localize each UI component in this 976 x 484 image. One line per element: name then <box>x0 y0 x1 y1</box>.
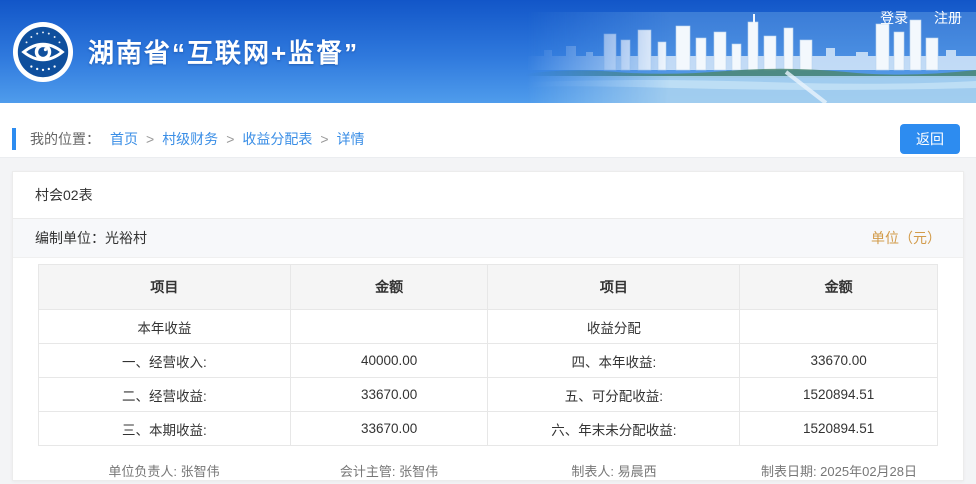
item-cell: 三、本期收益: <box>39 412 291 446</box>
table-column-header: 金额 <box>290 265 488 310</box>
register-link[interactable]: 注册 <box>934 10 962 26</box>
amount-cell: 33670.00 <box>740 344 938 378</box>
report-footer: 单位负责人: 张智伟会计主管: 张智伟制表人: 易晨西制表日期: 2025年02… <box>13 446 963 480</box>
breadcrumb-label: 我的位置： <box>30 129 100 149</box>
currency-unit: 单位（元） <box>871 228 941 248</box>
amount-cell: 40000.00 <box>290 344 488 378</box>
amount-cell: 1520894.51 <box>740 378 938 412</box>
back-button[interactable]: 返回 <box>900 124 960 154</box>
table-header-row: 项目金额项目金额 <box>39 265 938 310</box>
amount-cell: 1520894.51 <box>740 412 938 446</box>
amount-cell <box>290 310 488 344</box>
income-distribution-table: 项目金额项目金额 本年收益收益分配一、经营收入:40000.00四、本年收益:3… <box>38 264 938 446</box>
site-header: 登录 注册 湖南省“互联网+监督” <box>0 0 976 103</box>
login-link[interactable]: 登录 <box>880 10 908 26</box>
item-cell: 一、经营收入: <box>39 344 291 378</box>
amount-cell: 33670.00 <box>290 378 488 412</box>
breadcrumb-item-2[interactable]: 村级财务 <box>162 131 218 147</box>
item-cell: 二、经营收益: <box>39 378 291 412</box>
item-cell: 四、本年收益: <box>488 344 740 378</box>
report-subheader: 编制单位：光裕村 单位（元） <box>13 219 963 258</box>
amount-cell: 33670.00 <box>290 412 488 446</box>
breadcrumb-item-3[interactable]: 收益分配表 <box>242 131 312 147</box>
table-row: 二、经营收益:33670.00五、可分配收益:1520894.51 <box>39 378 938 412</box>
report-card: 村会02表 编制单位：光裕村 单位（元） 项目金额项目金额 本年收益收益分配一、… <box>12 171 964 481</box>
compiling-unit: 编制单位：光裕村 <box>35 228 147 248</box>
site-logo-icon <box>12 21 74 83</box>
breadcrumb-item-4[interactable]: 详情 <box>337 131 365 147</box>
footer-signature: 制表日期: 2025年02月28日 <box>740 461 938 480</box>
footer-signature: 单位负责人: 张智伟 <box>38 461 290 480</box>
table-column-header: 金额 <box>740 265 938 310</box>
breadcrumb-links: 首页 > 村级财务 > 收益分配表 > 详情 <box>110 129 365 149</box>
breadcrumb-item-1[interactable]: 首页 <box>110 131 138 147</box>
breadcrumb-separator: > <box>226 131 234 147</box>
report-title: 村会02表 <box>13 172 963 219</box>
footer-signature: 制表人: 易晨西 <box>488 461 740 480</box>
table-body: 本年收益收益分配一、经营收入:40000.00四、本年收益:33670.00二、… <box>39 310 938 446</box>
table-column-header: 项目 <box>488 265 740 310</box>
breadcrumb-accent-bar <box>12 128 16 150</box>
auth-links: 登录 注册 <box>858 8 962 28</box>
table-row: 本年收益 收益分配 <box>39 310 938 344</box>
item-cell: 五、可分配收益: <box>488 378 740 412</box>
item-cell: 收益分配 <box>488 310 740 344</box>
breadcrumb-separator: > <box>146 131 154 147</box>
amount-cell <box>740 310 938 344</box>
footer-signature: 会计主管: 张智伟 <box>290 461 488 480</box>
item-cell: 六、年末未分配收益: <box>488 412 740 446</box>
item-cell: 本年收益 <box>39 310 291 344</box>
breadcrumb-separator: > <box>320 131 328 147</box>
table-row: 一、经营收入:40000.00四、本年收益:33670.00 <box>39 344 938 378</box>
breadcrumb: 我的位置： 首页 > 村级财务 > 收益分配表 > 详情 返回 <box>0 120 976 158</box>
site-title: 湖南省“互联网+监督” <box>88 33 359 70</box>
table-row: 三、本期收益:33670.00六、年末未分配收益:1520894.51 <box>39 412 938 446</box>
header-spacer <box>0 103 976 120</box>
table-column-header: 项目 <box>39 265 291 310</box>
